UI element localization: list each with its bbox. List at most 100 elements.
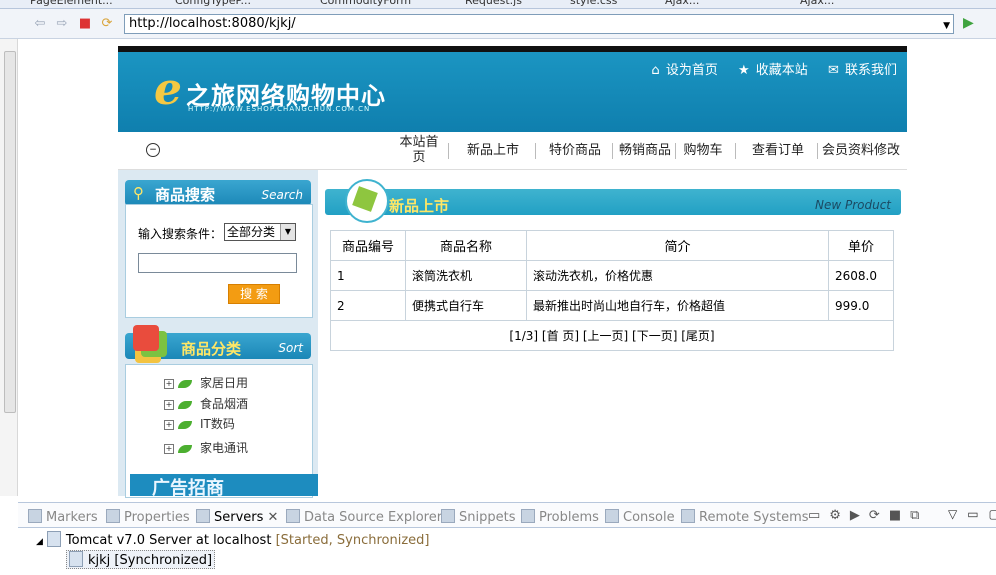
module-icon	[69, 551, 83, 567]
contact-link[interactable]: 联系我们	[845, 63, 897, 78]
editor-tab[interactable]: CommodityForm	[320, 0, 411, 8]
home-icon: ⌂	[651, 63, 660, 78]
cell-desc: 最新推出时尚山地自行车，价格超值	[526, 290, 829, 321]
editor-tab[interactable]: ConfigTypeP...	[175, 0, 251, 8]
tab-problems[interactable]: Problems	[521, 509, 599, 525]
nav-orders[interactable]: 查看订单	[746, 132, 810, 170]
category-label[interactable]: 食品烟酒	[200, 397, 248, 411]
nav-separator	[735, 143, 736, 159]
top-links: ⌂ 设为首页 ★ 收藏本站 ✉ 联系我们	[635, 59, 897, 78]
search-panel-header: ⚲ 商品搜索 Search	[125, 180, 311, 206]
leaf-icon	[178, 379, 192, 388]
cell-name[interactable]: 便携式自行车	[405, 290, 527, 321]
table-row: 1 滚筒洗衣机 滚动洗衣机，价格优惠 2608.0	[330, 260, 894, 291]
category-item[interactable]: + 食品烟酒	[164, 395, 248, 412]
nav-member-edit[interactable]: 会员资料修改	[820, 132, 902, 170]
mail-icon: ✉	[827, 63, 839, 78]
scrollbar-thumb[interactable]	[4, 51, 16, 413]
category-item[interactable]: + IT数码	[164, 415, 235, 432]
url-dropdown-icon[interactable]: ▼	[943, 17, 950, 35]
servers-icon	[196, 509, 210, 523]
left-scrollbar[interactable]	[0, 39, 18, 496]
url-input[interactable]: http://localhost:8080/kjkj/ ▼	[124, 14, 954, 34]
nav-home[interactable]: 本站首页	[396, 132, 442, 173]
main-nav: − 本站首页 新品上市 特价商品 畅销商品 购物车 查看订单 会员资料修改	[118, 132, 907, 170]
editor-tab[interactable]: Ajax...	[800, 0, 834, 8]
new-products-title-en: New Product	[814, 198, 891, 212]
expand-icon[interactable]: +	[164, 399, 174, 410]
tab-properties[interactable]: Properties	[106, 509, 190, 525]
cell-id: 2	[330, 290, 406, 321]
col-header-desc: 简介	[526, 230, 829, 261]
category-label[interactable]: IT数码	[200, 417, 235, 431]
tab-console[interactable]: Console	[605, 509, 675, 525]
markers-icon	[28, 509, 42, 523]
editor-tab[interactable]: Request.js	[465, 0, 522, 8]
nav-separator	[817, 143, 818, 159]
category-label[interactable]: 家居日用	[200, 376, 248, 390]
servers-view: ◢ Tomcat v7.0 Server at localhost [Starte…	[18, 529, 996, 575]
search-condition-label: 输入搜索条件：	[138, 227, 223, 241]
ad-banner[interactable]: 广告招商	[130, 474, 328, 496]
nav-bestseller[interactable]: 畅销商品	[615, 132, 675, 170]
tab-snippets[interactable]: Snippets	[441, 509, 515, 525]
editor-tab[interactable]: Ajax...	[665, 0, 699, 8]
search-button[interactable]: 搜 索	[228, 284, 280, 304]
collapse-icon[interactable]: ◢	[36, 537, 43, 547]
category-select[interactable]: 全部分类 ▼	[224, 223, 296, 241]
category-item[interactable]: + 家电通讯	[164, 439, 248, 456]
pager[interactable]: [1/3] [首 页] [上一页] [下一页] [尾页]	[330, 320, 894, 351]
server-name: Tomcat v7.0 Server at localhost	[65, 533, 272, 548]
search-panel-title-en: Search	[261, 188, 304, 202]
bookmark-link[interactable]: 收藏本站	[756, 63, 808, 78]
tab-data-source-explorer[interactable]: Data Source Explorer	[286, 509, 442, 525]
forward-icon[interactable]: ⇨	[54, 16, 70, 32]
tab-servers[interactable]: Servers ✕	[196, 509, 278, 525]
category-item[interactable]: + 家居日用	[164, 374, 248, 391]
go-icon[interactable]: ▶	[963, 16, 977, 30]
expand-icon[interactable]: +	[164, 419, 174, 430]
module-status: [Synchronized]	[114, 553, 213, 568]
search-input[interactable]	[138, 253, 297, 273]
select-arrow-icon[interactable]: ▼	[280, 224, 295, 240]
star-icon: ★	[737, 63, 750, 78]
set-home-link[interactable]: 设为首页	[666, 63, 718, 78]
col-header-id: 商品编号	[330, 230, 406, 261]
tab-markers[interactable]: Markers	[28, 509, 98, 525]
category-panel-header: 商品分类 Sort	[125, 325, 311, 359]
server-row[interactable]: ◢ Tomcat v7.0 Server at localhost [Starte…	[36, 531, 430, 548]
refresh-icon[interactable]: ⟳	[99, 16, 115, 32]
col-header-price: 单价	[828, 230, 894, 261]
stop-icon[interactable]: ■	[77, 16, 93, 32]
cubes-icon	[133, 325, 159, 351]
module-row[interactable]: kjkj [Synchronized]	[66, 550, 216, 569]
cell-price: 999.0	[828, 290, 894, 321]
site-banner: e 之旅网络购物中心 HTTP://WWW.ESHOP.CHANGCHUN.CO…	[118, 52, 907, 132]
search-panel-title: 商品搜索	[155, 186, 216, 204]
category-label[interactable]: 家电通讯	[200, 441, 248, 455]
table-row: 2 便携式自行车 最新推出时尚山地自行车，价格超值 999.0	[330, 290, 894, 321]
properties-icon	[106, 509, 120, 523]
editor-tab[interactable]: PageElement...	[30, 0, 113, 8]
view-menu-icons[interactable]: ▽▭▢	[948, 507, 996, 521]
snippets-icon	[441, 509, 455, 523]
nav-cart[interactable]: 购物车	[679, 132, 727, 170]
sidebar: ⚲ 商品搜索 Search 输入搜索条件： 全部分类 ▼ 搜 索 商品分类 So…	[118, 170, 328, 498]
cell-name[interactable]: 滚筒洗衣机	[405, 260, 527, 291]
cell-desc: 滚动洗衣机，价格优惠	[526, 260, 829, 291]
problems-icon	[521, 509, 535, 523]
expand-icon[interactable]: +	[164, 443, 174, 454]
leaf-icon	[178, 420, 192, 429]
nav-new-products[interactable]: 新品上市	[463, 132, 523, 170]
tab-remote-systems[interactable]: Remote Systems	[681, 509, 809, 525]
nav-special[interactable]: 特价商品	[545, 132, 605, 170]
expand-icon[interactable]: +	[164, 378, 174, 389]
view-toolbar-icons[interactable]: ▭⚙▶⟳■⧉	[808, 508, 928, 523]
clock-icon: −	[146, 143, 160, 157]
table-header-row: 商品编号 商品名称 简介 单价	[330, 230, 894, 261]
close-icon[interactable]: ✕	[268, 510, 279, 525]
nav-separator	[675, 143, 676, 159]
back-icon[interactable]: ⇦	[32, 16, 48, 32]
dice-icon	[345, 179, 389, 223]
editor-tab[interactable]: style.css	[570, 0, 617, 8]
